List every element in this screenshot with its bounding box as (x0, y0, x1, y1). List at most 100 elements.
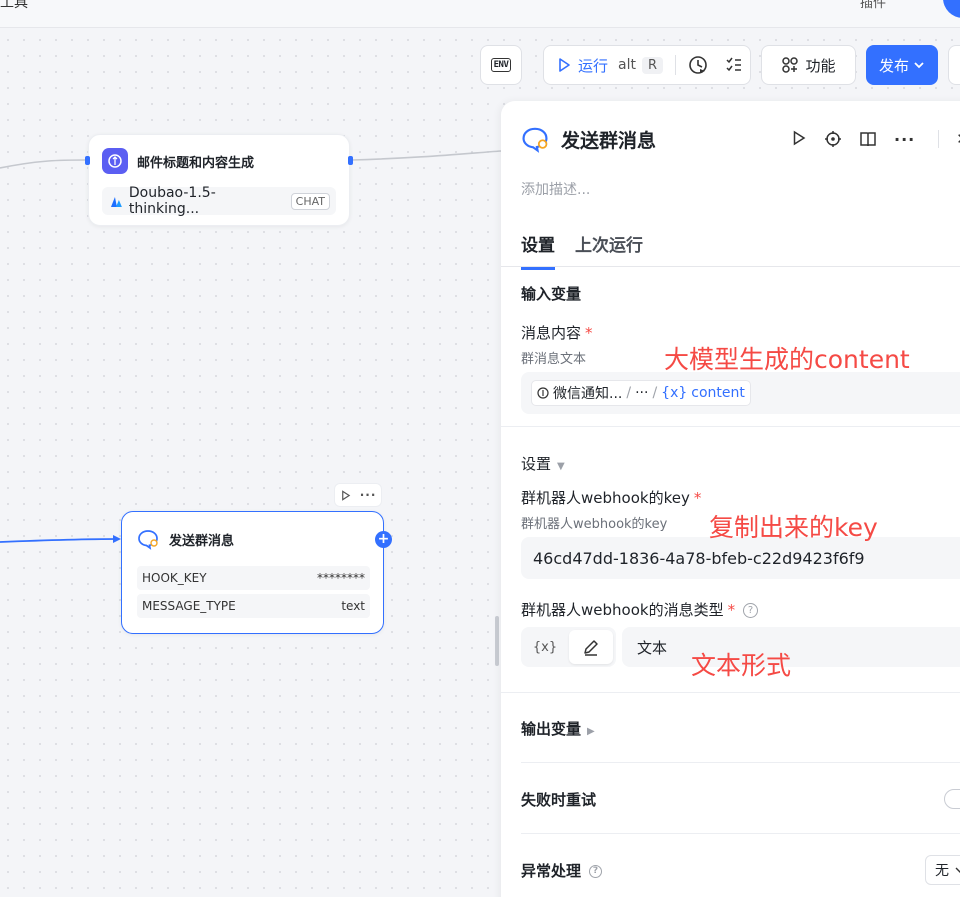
chat-bubble-icon (138, 530, 158, 550)
message-content-input[interactable]: 微信通知... / ··· / {x} content (521, 372, 960, 414)
tab-last-run[interactable]: 上次运行 (575, 231, 643, 270)
caret-right-icon: ▶ (587, 726, 595, 737)
exception-section-label: 异常处理 (521, 862, 582, 880)
run-shortcut-mod: alt (618, 57, 636, 73)
run-toolbar-group: 运行 alt R (543, 45, 751, 85)
top-bar: 工具 插件 (0, 0, 960, 28)
tab-underline (501, 266, 960, 267)
node-llm-input-port[interactable] (85, 156, 90, 165)
run-button[interactable]: 运行 (578, 55, 608, 76)
webhook-key-label-text: 群机器人webhook的key (521, 489, 690, 507)
page-title-partial: 工具 (0, 0, 28, 11)
caret-down-icon: ▼ (557, 461, 565, 472)
model-selector[interactable]: Doubao-1.5-thinking... CHAT (102, 185, 336, 217)
llm-node-icon (102, 148, 128, 174)
param-value: ******** (317, 571, 365, 585)
node-send-title: 发送群消息 (169, 533, 235, 549)
plugin-link[interactable]: 插件 (860, 0, 886, 11)
model-tag: CHAT (290, 192, 330, 210)
exception-value: 无 (935, 863, 949, 879)
chevron-down-icon (914, 62, 924, 69)
variable-mode-button[interactable]: {x} (521, 640, 569, 655)
webhook-key-label: 群机器人webhook的key * (521, 487, 701, 508)
node-send-header: 发送群消息 (137, 528, 234, 550)
add-node-icon[interactable]: + (375, 531, 392, 548)
required-mark: * (693, 489, 702, 507)
node-llm-output-port[interactable] (348, 156, 353, 165)
play-icon[interactable] (340, 489, 351, 501)
more-icon[interactable]: ··· (360, 488, 377, 502)
output-section-label: 输出变量 (521, 720, 582, 738)
annotation-text-form: 文本形式 (691, 651, 792, 680)
chevron-down-icon (955, 867, 960, 873)
section-divider (501, 426, 960, 427)
variable-icon: {x} (661, 385, 688, 401)
panel-title[interactable]: 发送群消息 (561, 126, 656, 153)
section-divider (501, 692, 960, 693)
ref-path: ··· (635, 385, 649, 401)
panel-resize-handle[interactable] (495, 616, 499, 666)
annotation-content: 大模型生成的content (664, 345, 910, 374)
history-icon[interactable] (688, 55, 708, 75)
ref-node-name: 微信通知... (553, 386, 623, 402)
tab-settings[interactable]: 设置 (521, 231, 555, 270)
variable-reference-chip[interactable]: 微信通知... / ··· / {x} content (531, 380, 751, 406)
node-action-bar: ··· (334, 483, 382, 507)
close-icon[interactable]: ✕ (956, 130, 960, 149)
doubao-logo-icon (110, 197, 122, 207)
function-button[interactable]: 功能 (761, 45, 856, 85)
node-settings-panel: 发送群消息 ··· ✕ 添加描述... 设置 上次运行 输入变量 消息内容* 群… (501, 101, 960, 897)
ref-variable-name: content (691, 385, 745, 401)
panel-tabs: 设置 上次运行 (521, 231, 643, 270)
retry-toggle[interactable] (944, 789, 960, 809)
webhook-key-hint: 群机器人webhook的key (521, 517, 668, 532)
ref-separator: / (626, 385, 632, 401)
message-field-hint: 群消息文本 (521, 352, 587, 367)
env-icon: ENV (490, 58, 512, 72)
input-section-title[interactable]: 输入变量 (521, 283, 581, 304)
input-mode-toggle: {x} (521, 627, 616, 667)
publish-label: 发布 (878, 56, 909, 75)
publish-button[interactable]: 发布 (866, 45, 938, 85)
description-input[interactable]: 添加描述... (521, 179, 590, 199)
panel-actions: ··· ✕ (791, 130, 960, 149)
msg-type-value: 文本 (637, 638, 668, 657)
node-param-row: HOOK_KEY ******** (137, 566, 370, 590)
llm-node-icon (537, 387, 549, 399)
annotation-key: 复制出来的key (709, 513, 878, 542)
toolbar-divider (675, 55, 677, 75)
output-section-title[interactable]: 输出变量 ▶ (521, 718, 595, 739)
play-icon[interactable] (791, 130, 807, 146)
checklist-icon[interactable] (724, 55, 744, 75)
param-key: HOOK_KEY (142, 571, 207, 585)
settings-section-label: 设置 (521, 455, 552, 473)
section-divider (521, 833, 960, 834)
play-icon (559, 58, 570, 72)
required-mark: * (585, 324, 593, 342)
message-field-label-text: 消息内容 (521, 324, 582, 342)
function-label: 功能 (805, 56, 836, 75)
more-icon[interactable]: ··· (894, 130, 915, 149)
msg-type-label: 群机器人webhook的消息类型 *? (521, 599, 759, 620)
settings-section-title[interactable]: 设置 ▼ (521, 453, 565, 474)
node-llm[interactable]: 邮件标题和内容生成 Doubao-1.5-thinking... CHAT (88, 134, 350, 226)
exception-select[interactable]: 无 (925, 855, 960, 885)
apps-icon (782, 57, 799, 73)
avatar[interactable] (943, 0, 960, 18)
help-icon[interactable]: ? (589, 865, 603, 878)
node-llm-header: 邮件标题和内容生成 (102, 148, 254, 174)
run-shortcut-key: R (641, 56, 664, 74)
node-send-message[interactable]: 发送群消息 + HOOK_KEY ******** MESSAGE_TYPE t… (121, 511, 392, 634)
help-icon[interactable]: ? (743, 603, 759, 618)
node-param-row: MESSAGE_TYPE text (137, 594, 370, 618)
msg-type-label-text: 群机器人webhook的消息类型 (521, 601, 724, 619)
manual-mode-button[interactable] (569, 630, 613, 664)
more-button-partial[interactable] (948, 45, 960, 85)
message-field-label: 消息内容 * (521, 322, 593, 343)
node-llm-title: 邮件标题和内容生成 (137, 155, 255, 171)
retry-section-title: 失败时重试 (521, 791, 597, 809)
model-name: Doubao-1.5-thinking... (128, 185, 216, 217)
locate-icon[interactable] (824, 130, 842, 148)
env-button[interactable]: ENV (480, 45, 522, 85)
book-icon[interactable] (859, 130, 877, 148)
